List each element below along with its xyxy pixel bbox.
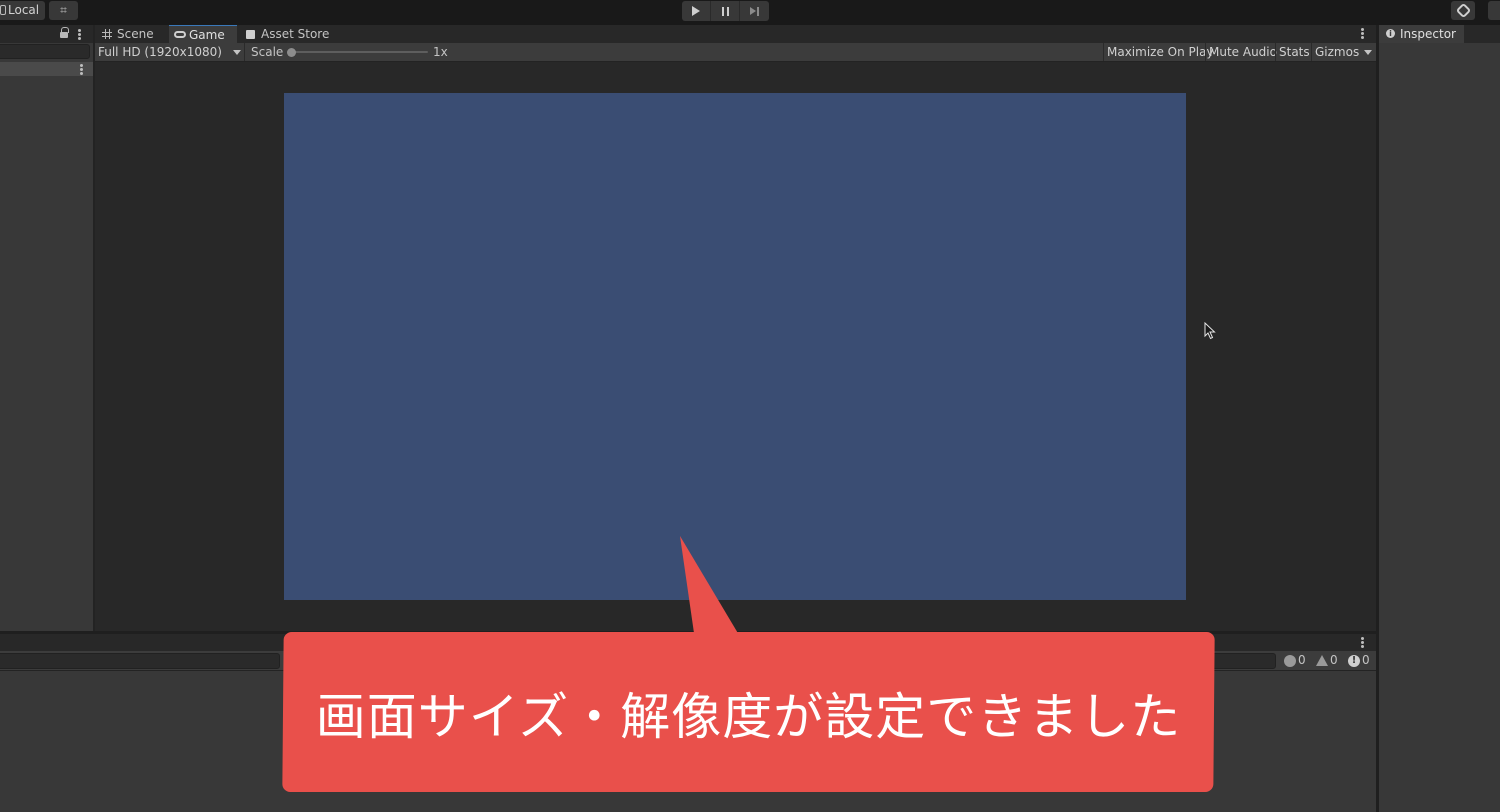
hierarchy-menu-icon[interactable] [78, 29, 81, 39]
game-view-menu-icon[interactable] [1361, 28, 1364, 38]
gamepad-icon [174, 31, 186, 38]
info-icon: i [1386, 29, 1395, 38]
error-count-toggle[interactable]: ! 0 [1348, 651, 1370, 670]
inspector-tab-label: Inspector [1400, 27, 1456, 41]
bag-icon [246, 30, 255, 39]
warning-icon [1316, 655, 1328, 666]
console-search-input[interactable] [1210, 653, 1276, 669]
play-button[interactable] [682, 1, 711, 21]
tab-scene-label: Scene [117, 27, 154, 41]
hierarchy-tabbar [0, 25, 93, 43]
warning-count: 0 [1330, 653, 1338, 667]
chevron-down-icon [233, 50, 241, 55]
hierarchy-scene-row[interactable] [0, 62, 93, 76]
cloud-hex-icon [1455, 2, 1471, 19]
hierarchy-panel [0, 25, 93, 631]
gizmos-toggle[interactable]: Gizmos [1311, 43, 1376, 61]
local-dropdown[interactable]: Local [0, 1, 46, 20]
hash-icon [102, 29, 112, 39]
log-icon [1284, 654, 1296, 667]
scale-value: 1x [433, 45, 448, 59]
tab-game[interactable]: Game [169, 25, 237, 43]
main-toolbar: Local ⌗ [0, 0, 1500, 22]
game-render-area[interactable] [284, 93, 1186, 600]
error-icon: ! [1348, 654, 1360, 667]
tab-asset-store[interactable]: Asset Store [241, 25, 341, 43]
log-count-toggle[interactable]: 0 [1284, 651, 1306, 670]
tab-asset-store-label: Asset Store [261, 27, 330, 41]
callout-text: 画面サイズ・解像度が設定できました [315, 688, 1182, 746]
local-label: Local [8, 3, 40, 17]
tab-game-label: Game [189, 28, 225, 42]
maximize-on-play-toggle[interactable]: Maximize On Play [1103, 43, 1217, 61]
hierarchy-search-input[interactable] [0, 44, 90, 59]
gizmos-dropdown-icon[interactable] [1364, 50, 1372, 55]
console-filter-input[interactable] [0, 653, 280, 669]
step-icon [750, 6, 759, 16]
account-button[interactable] [1488, 1, 1500, 20]
cloud-button[interactable] [1451, 1, 1475, 20]
game-view-tabbar: Scene Game Asset Store [95, 25, 1376, 43]
mouse-cursor-icon [1204, 322, 1216, 340]
tab-inspector[interactable]: i Inspector [1379, 25, 1464, 43]
scale-slider[interactable] [290, 51, 428, 53]
console-menu-icon[interactable] [1361, 637, 1364, 647]
scale-label: Scale [251, 45, 284, 59]
log-count: 0 [1298, 653, 1306, 667]
resolution-label: Full HD (1920x1080) [98, 45, 222, 59]
cloud-icon [0, 5, 6, 15]
inspector-tabbar: i Inspector [1379, 25, 1500, 43]
game-view-toolbar: Full HD (1920x1080) Scale 1x Maximize On… [95, 43, 1376, 62]
tab-scene[interactable]: Scene [97, 25, 167, 43]
play-controls [682, 1, 769, 21]
warning-count-toggle[interactable]: 0 [1316, 651, 1338, 670]
stats-toggle[interactable]: Stats [1275, 43, 1313, 61]
gizmos-label: Gizmos [1315, 45, 1360, 59]
mute-audio-toggle[interactable]: Mute Audio [1205, 43, 1280, 61]
pause-icon [721, 6, 729, 16]
scale-slider-thumb[interactable] [287, 48, 296, 57]
grid-snap-button[interactable]: ⌗ [49, 1, 78, 20]
game-view-panel: Scene Game Asset Store Full HD (1920x108… [95, 25, 1376, 631]
lock-icon[interactable] [60, 27, 69, 38]
play-icon [692, 6, 700, 16]
error-count: 0 [1362, 653, 1370, 667]
inspector-panel: i Inspector [1379, 25, 1500, 812]
resolution-dropdown[interactable]: Full HD (1920x1080) [95, 43, 245, 61]
pause-button[interactable] [711, 1, 740, 21]
grid-snap-icon: ⌗ [60, 3, 67, 17]
scene-row-menu-icon[interactable] [80, 64, 83, 74]
step-button[interactable] [740, 1, 769, 21]
